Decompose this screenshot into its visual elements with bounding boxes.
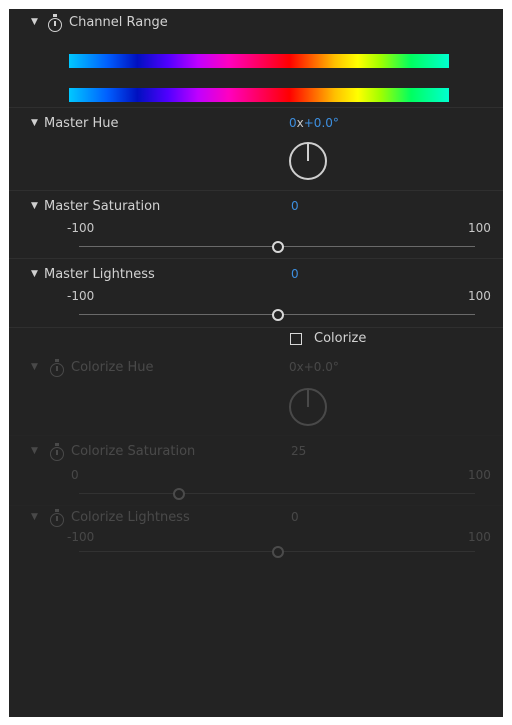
slider-max-label: 100 <box>468 289 491 303</box>
collapse-triangle-icon[interactable]: ▼ <box>31 201 38 211</box>
colorize-hue-value: 0x+0.0° <box>289 360 339 374</box>
colorize-lightness-slider-thumb <box>272 546 284 558</box>
collapse-triangle-icon[interactable]: ▼ <box>31 269 38 279</box>
colorize-saturation-slider-thumb <box>173 488 185 500</box>
master-hue-label: Master Hue <box>44 116 119 131</box>
slider-min-label: -100 <box>67 289 95 303</box>
master-hue-dial[interactable] <box>289 142 327 180</box>
master-hue-value[interactable]: 0x+0.0° <box>289 116 339 130</box>
collapse-triangle-icon[interactable]: ▼ <box>31 118 38 128</box>
colorize-row: Colorize <box>9 328 503 352</box>
colorize-hue-degrees: +0.0° <box>303 360 339 374</box>
master-saturation-value[interactable]: 0 <box>291 199 299 213</box>
master-saturation-label: Master Saturation <box>44 199 161 214</box>
colorize-saturation-section: ▼ Colorize Saturation 25 0 100 <box>9 436 503 506</box>
master-hue-degrees[interactable]: +0.0° <box>304 116 339 130</box>
colorize-lightness-label: Colorize Lightness <box>71 510 190 525</box>
revolutions-separator: x <box>296 360 304 374</box>
slider-max-label: 100 <box>468 530 491 544</box>
colorize-checkbox[interactable] <box>290 333 302 345</box>
stopwatch-icon <box>50 509 64 527</box>
stopwatch-icon[interactable] <box>48 14 62 32</box>
stopwatch-icon <box>50 443 64 461</box>
colorize-hue-dial <box>289 388 327 426</box>
master-saturation-slider-thumb[interactable] <box>272 241 284 253</box>
colorize-saturation-value: 25 <box>291 444 307 458</box>
slider-min-label: -100 <box>67 221 95 235</box>
colorize-hue-section: ▼ Colorize Hue 0x+0.0° <box>9 352 503 436</box>
collapse-triangle-icon: ▼ <box>31 362 38 372</box>
colorize-hue-label: Colorize Hue <box>71 360 154 375</box>
slider-max-label: 100 <box>468 468 491 482</box>
collapse-triangle-icon[interactable]: ▼ <box>31 17 38 27</box>
channel-range-bottom-spectrum[interactable] <box>69 88 449 102</box>
colorize-saturation-slider-track <box>79 493 475 494</box>
collapse-triangle-icon: ▼ <box>31 512 38 522</box>
hue-saturation-effect-panel: ▼ Channel Range ▼ Master Hue 0x+0.0° ▼ M… <box>9 9 503 717</box>
colorize-lightness-value: 0 <box>291 510 299 524</box>
collapse-triangle-icon: ▼ <box>31 446 38 456</box>
revolutions-separator: x <box>296 116 304 130</box>
slider-max-label: 100 <box>468 221 491 235</box>
master-lightness-section: ▼ Master Lightness 0 -100 100 <box>9 259 503 328</box>
master-hue-section: ▼ Master Hue 0x+0.0° <box>9 108 503 191</box>
colorize-saturation-label: Colorize Saturation <box>71 444 196 459</box>
slider-min-label: 0 <box>71 468 79 482</box>
master-lightness-slider-thumb[interactable] <box>272 309 284 321</box>
master-lightness-value[interactable]: 0 <box>291 267 299 281</box>
colorize-label[interactable]: Colorize <box>314 331 366 346</box>
colorize-hue-revolutions: 0 <box>289 360 297 374</box>
channel-range-top-spectrum[interactable] <box>69 54 449 68</box>
master-hue-revolutions[interactable]: 0 <box>289 116 297 130</box>
channel-range-label: Channel Range <box>69 15 168 30</box>
slider-min-label: -100 <box>67 530 95 544</box>
master-saturation-section: ▼ Master Saturation 0 -100 100 <box>9 191 503 259</box>
master-lightness-label: Master Lightness <box>44 267 155 282</box>
channel-range-section: ▼ Channel Range <box>9 9 503 108</box>
colorize-lightness-section: ▼ Colorize Lightness 0 -100 100 <box>9 506 503 576</box>
stopwatch-icon <box>50 359 64 377</box>
